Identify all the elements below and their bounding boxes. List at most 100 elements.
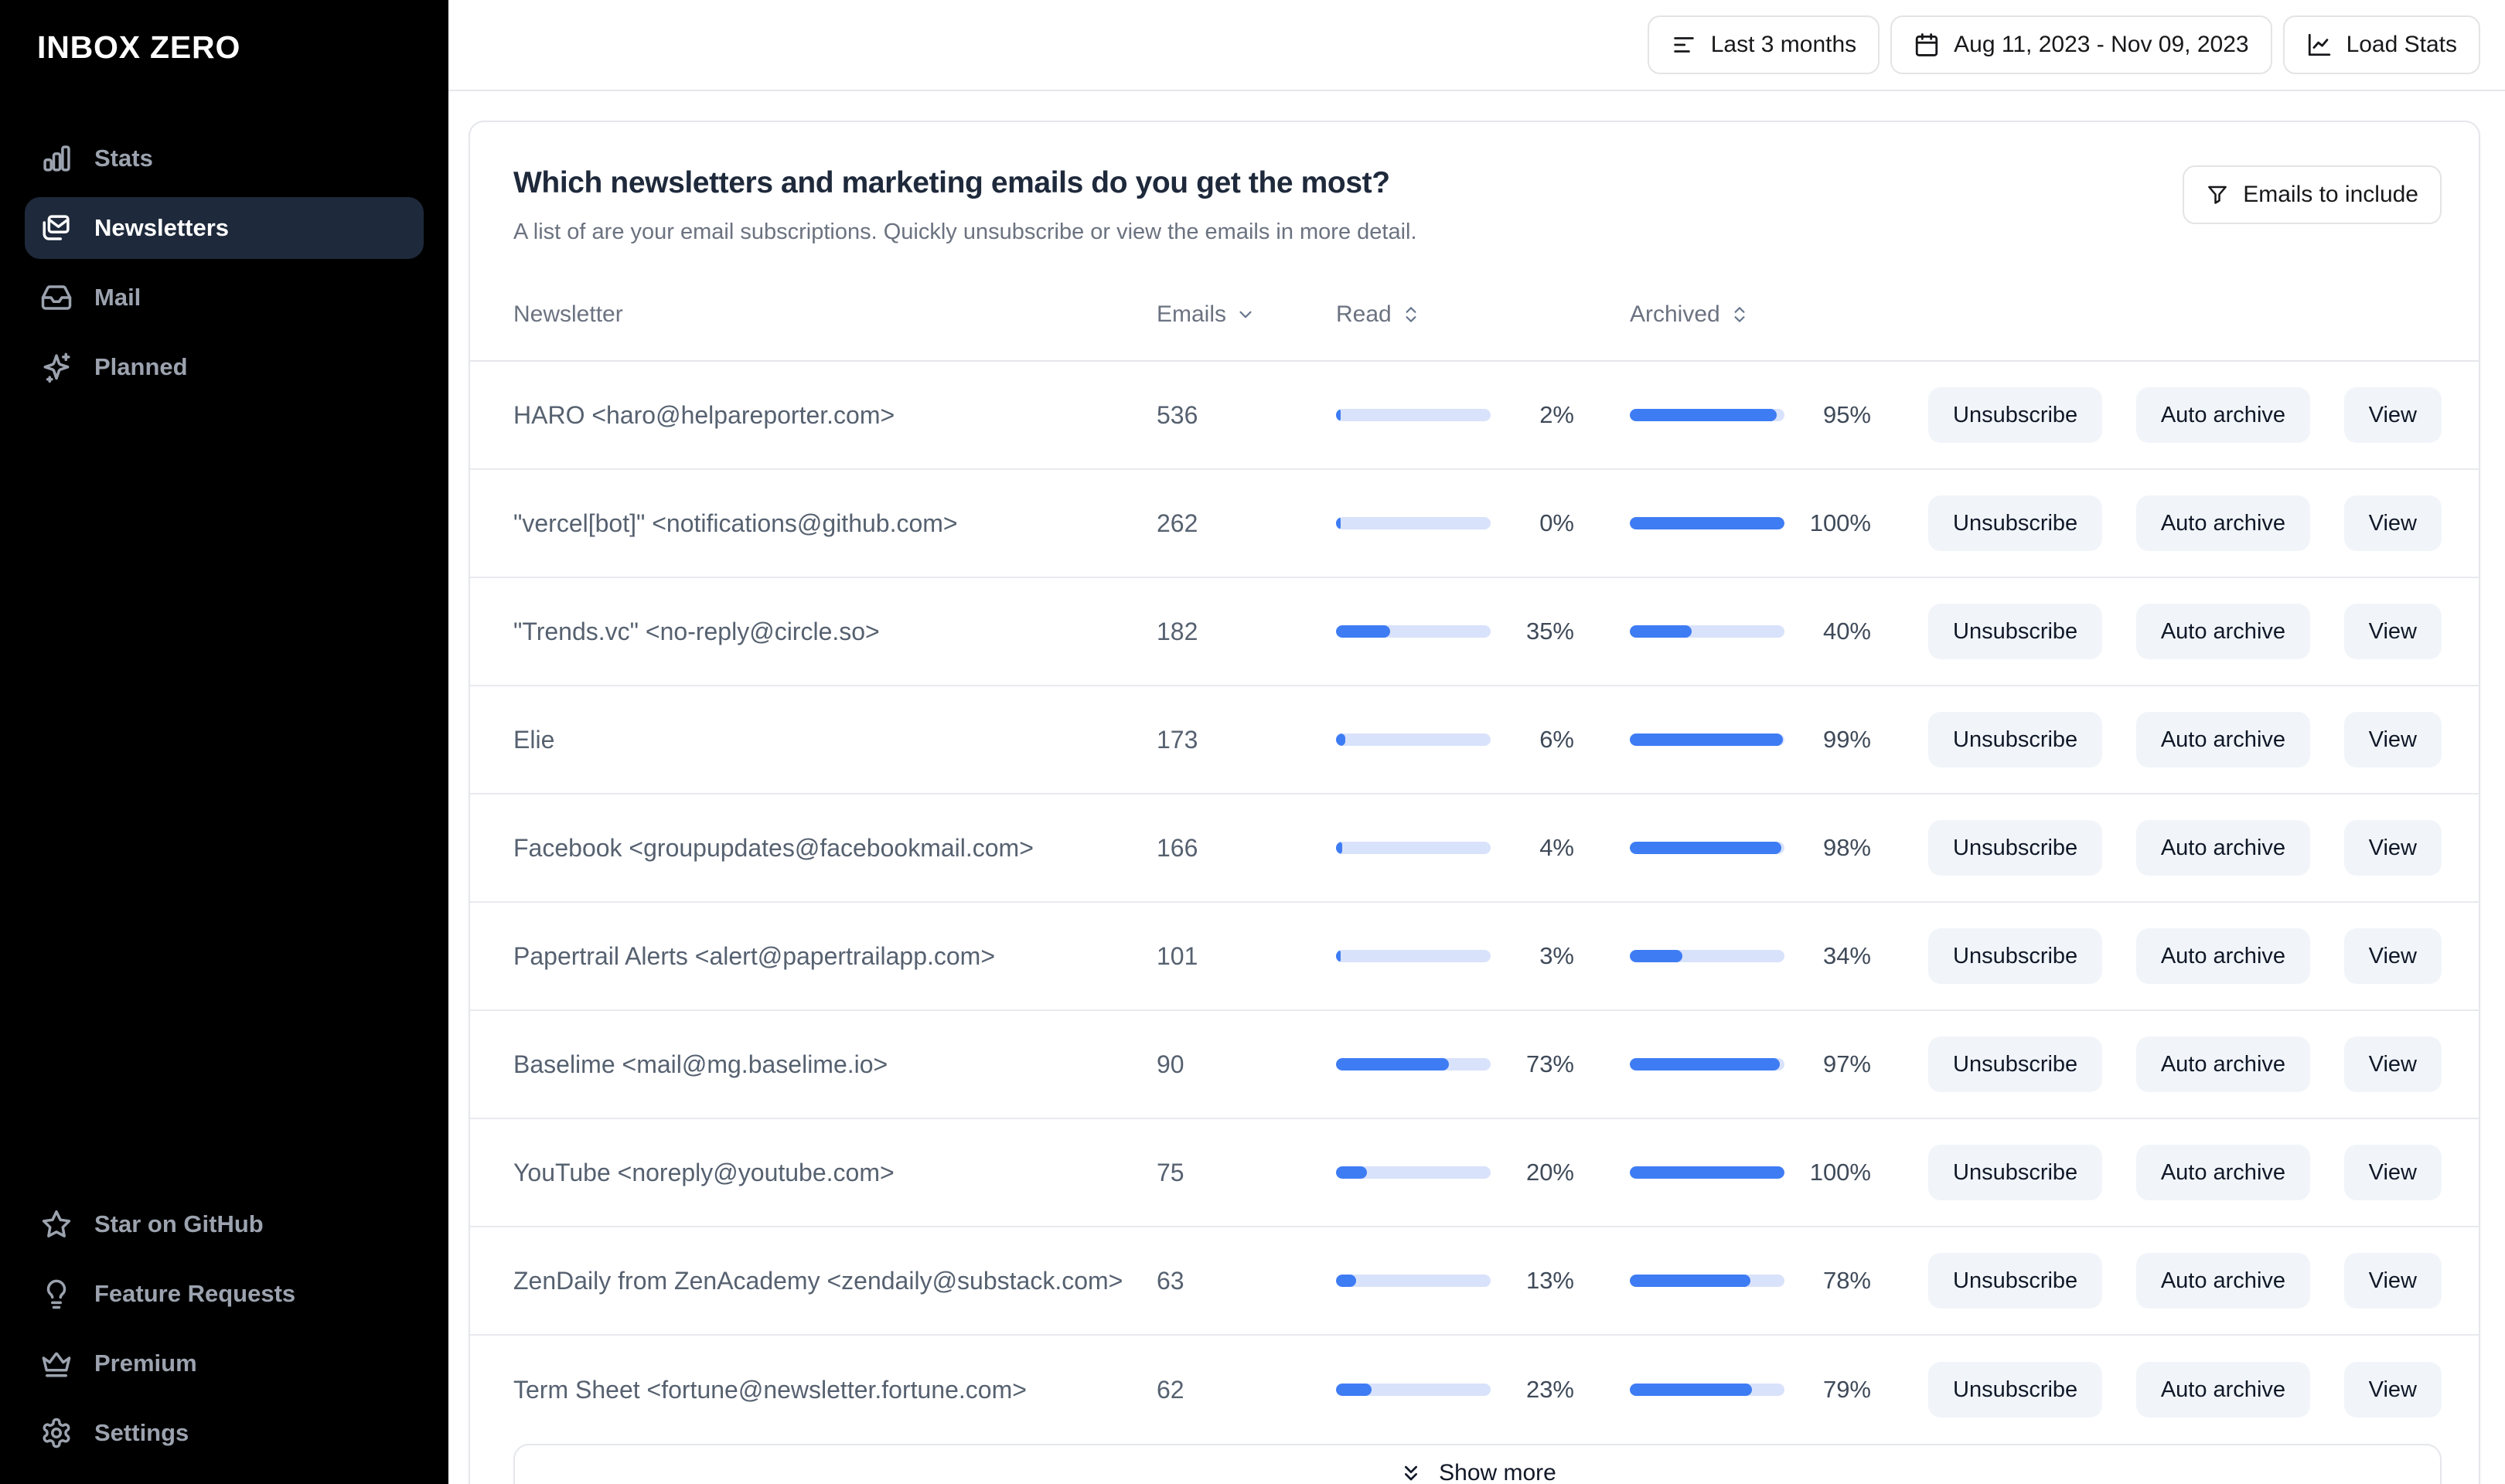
auto-archive-button[interactable]: Auto archive — [2135, 1145, 2311, 1200]
auto-archive-button[interactable]: Auto archive — [2135, 495, 2311, 551]
unsubscribe-button[interactable]: Unsubscribe — [1928, 604, 2103, 659]
sidebar: INBOX ZERO Stats Newsletters Mail Planned S… — [0, 0, 448, 1484]
chevrons-up-down-icon — [1401, 305, 1421, 325]
auto-archive-button[interactable]: Auto archive — [2135, 712, 2311, 768]
sidebar-item-settings[interactable]: Settings — [25, 1402, 424, 1464]
read-progress-fill — [1336, 1384, 1372, 1396]
newsletters-panel: Which newsletters and marketing emails d… — [469, 121, 2480, 1484]
read-cell: 13% — [1336, 1267, 1630, 1295]
show-more-button[interactable]: Show more — [513, 1444, 2442, 1484]
archived-cell: 98% — [1630, 834, 1928, 862]
auto-archive-button[interactable]: Auto archive — [2135, 1036, 2311, 1092]
emails-count: 75 — [1157, 1158, 1184, 1186]
page-subtitle: A list of are your email subscriptions. … — [513, 220, 1417, 244]
unsubscribe-button[interactable]: Unsubscribe — [1928, 1253, 2103, 1309]
archived-percent: 97% — [1822, 1050, 1871, 1077]
column-header-newsletter: Newsletter — [513, 301, 1157, 328]
view-button[interactable]: View — [2343, 1362, 2442, 1418]
view-button[interactable]: View — [2343, 928, 2442, 984]
column-header-read[interactable]: Read — [1336, 301, 1630, 328]
date-range-preset-label: Last 3 months — [1710, 32, 1857, 57]
view-button[interactable]: View — [2343, 387, 2442, 443]
read-progress-fill — [1336, 1275, 1356, 1287]
view-button[interactable]: View — [2343, 1036, 2442, 1092]
newsletter-name: Term Sheet <fortune@newsletter.fortune.c… — [513, 1375, 1027, 1404]
unsubscribe-button[interactable]: Unsubscribe — [1928, 820, 2103, 876]
read-progress-bar — [1336, 950, 1491, 962]
row-actions: Unsubscribe Auto archive View — [1928, 387, 2442, 443]
auto-archive-button[interactable]: Auto archive — [2135, 604, 2311, 659]
auto-archive-button[interactable]: Auto archive — [2135, 1362, 2311, 1418]
sidebar-item-planned[interactable]: Planned — [25, 336, 424, 398]
unsubscribe-button[interactable]: Unsubscribe — [1928, 387, 2103, 443]
view-button[interactable]: View — [2343, 1145, 2442, 1200]
unsubscribe-button[interactable]: Unsubscribe — [1928, 495, 2103, 551]
sidebar-item-newsletters[interactable]: Newsletters — [25, 197, 424, 259]
page-title: Which newsletters and marketing emails d… — [513, 166, 1390, 199]
sidebar-item-mail[interactable]: Mail — [25, 267, 424, 328]
archived-percent: 95% — [1822, 401, 1871, 428]
read-progress-bar — [1336, 1058, 1491, 1070]
read-progress-bar — [1336, 517, 1491, 529]
emails-count: 101 — [1157, 941, 1198, 970]
crown-icon — [40, 1347, 73, 1380]
auto-archive-button[interactable]: Auto archive — [2135, 820, 2311, 876]
newsletter-name: Elie — [513, 725, 555, 754]
auto-archive-button[interactable]: Auto archive — [2135, 928, 2311, 984]
archived-percent: 100% — [1809, 1159, 1871, 1186]
auto-archive-button[interactable]: Auto archive — [2135, 387, 2311, 443]
newsletter-name: YouTube <noreply@youtube.com> — [513, 1158, 895, 1186]
emails-to-include-button[interactable]: Emails to include — [2183, 165, 2442, 224]
table-row: YouTube <noreply@youtube.com> 75 20% 100… — [470, 1119, 2479, 1227]
column-label: Read — [1336, 301, 1392, 327]
date-range-picker-button[interactable]: Aug 11, 2023 - Nov 09, 2023 — [1890, 15, 2272, 74]
auto-archive-button[interactable]: Auto archive — [2135, 1253, 2311, 1309]
sidebar-nav: Stats Newsletters Mail Planned — [0, 128, 448, 398]
archived-percent: 98% — [1822, 834, 1871, 861]
emails-to-include-label: Emails to include — [2243, 182, 2418, 207]
archived-progress-bar — [1630, 1384, 1784, 1396]
read-progress-fill — [1336, 733, 1345, 746]
unsubscribe-button[interactable]: Unsubscribe — [1928, 712, 2103, 768]
filter-lines-icon — [1671, 32, 1697, 58]
unsubscribe-button[interactable]: Unsubscribe — [1928, 928, 2103, 984]
newsletter-name: Papertrail Alerts <alert@papertrailapp.c… — [513, 941, 996, 970]
table-row: Papertrail Alerts <alert@papertrailapp.c… — [470, 903, 2479, 1011]
read-progress-bar — [1336, 1384, 1491, 1396]
bar-chart-icon — [40, 142, 73, 175]
emails-count: 182 — [1157, 617, 1198, 645]
view-button[interactable]: View — [2343, 820, 2442, 876]
archived-cell: 100% — [1630, 509, 1928, 537]
view-button[interactable]: View — [2343, 1253, 2442, 1309]
archived-progress-fill — [1630, 733, 1783, 746]
archived-progress-bar — [1630, 733, 1784, 746]
sparkles-icon — [40, 351, 73, 383]
show-more-label: Show more — [1439, 1460, 1556, 1484]
emails-count: 173 — [1157, 725, 1198, 754]
archived-percent: 78% — [1822, 1267, 1871, 1294]
column-header-emails[interactable]: Emails — [1157, 301, 1336, 328]
archived-cell: 78% — [1630, 1267, 1928, 1295]
sidebar-item-star-on-github[interactable]: Star on GitHub — [25, 1193, 424, 1255]
read-progress-fill — [1336, 1058, 1449, 1070]
view-button[interactable]: View — [2343, 712, 2442, 768]
app-logo[interactable]: INBOX ZERO — [0, 0, 448, 66]
panel-header: Which newsletters and marketing emails d… — [470, 122, 2479, 247]
date-range-preset-button[interactable]: Last 3 months — [1647, 15, 1880, 74]
archived-progress-fill — [1630, 625, 1692, 638]
load-stats-label: Load Stats — [2346, 32, 2457, 57]
view-button[interactable]: View — [2343, 495, 2442, 551]
load-stats-button[interactable]: Load Stats — [2282, 15, 2480, 74]
view-button[interactable]: View — [2343, 604, 2442, 659]
unsubscribe-button[interactable]: Unsubscribe — [1928, 1036, 2103, 1092]
column-header-archived[interactable]: Archived — [1630, 301, 1928, 328]
unsubscribe-button[interactable]: Unsubscribe — [1928, 1145, 2103, 1200]
unsubscribe-button[interactable]: Unsubscribe — [1928, 1362, 2103, 1418]
sidebar-item-premium[interactable]: Premium — [25, 1333, 424, 1394]
archived-progress-bar — [1630, 842, 1784, 854]
sidebar-item-stats[interactable]: Stats — [25, 128, 424, 189]
sidebar-item-feature-requests[interactable]: Feature Requests — [25, 1263, 424, 1325]
archived-progress-fill — [1630, 1166, 1784, 1179]
row-actions: Unsubscribe Auto archive View — [1928, 1253, 2442, 1309]
archived-progress-fill — [1630, 1275, 1750, 1287]
